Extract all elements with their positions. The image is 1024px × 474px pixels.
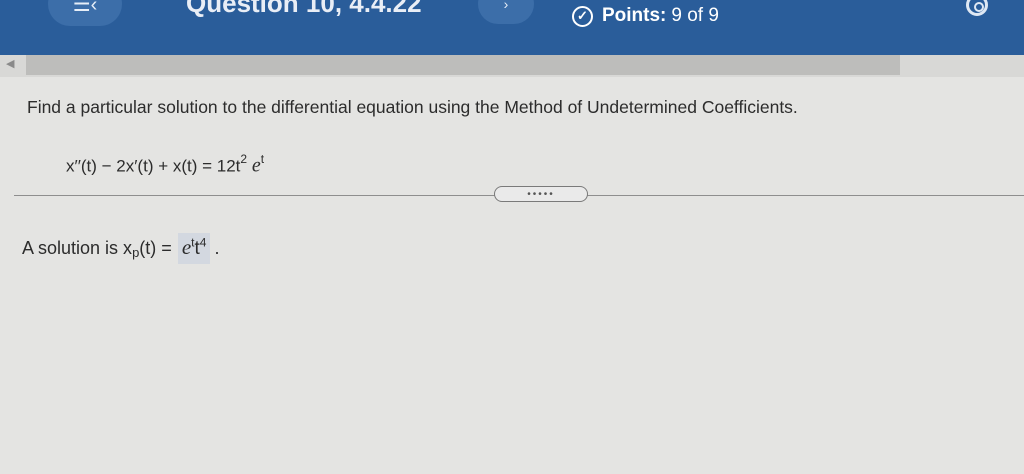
chevron-right-icon: › bbox=[503, 0, 509, 12]
equation-lhs: x′′(t) − 2x′(t) + x(t) = 12t bbox=[66, 156, 241, 176]
answer-input[interactable]: ett4 bbox=[177, 233, 211, 264]
answer-subscript: p bbox=[132, 245, 140, 260]
top-bar: ☰‹ Question 10, 4.4.22 › ✓ Points: 9 of … bbox=[0, 0, 1024, 55]
expand-button[interactable]: ••••• bbox=[494, 186, 588, 202]
question-list-button[interactable]: ☰‹ bbox=[48, 0, 122, 26]
answer-middle: (t) = bbox=[139, 238, 172, 258]
points-value: 9 of 9 bbox=[671, 5, 719, 26]
equation-exponent: 2 bbox=[240, 152, 248, 166]
scrollbar-thumb[interactable] bbox=[26, 55, 900, 75]
list-collapse-icon: ☰‹ bbox=[72, 0, 98, 16]
answer-suffix: . bbox=[214, 238, 220, 258]
equation-e-exponent: t bbox=[260, 152, 265, 166]
equation-e: e bbox=[251, 154, 261, 177]
answer-e: e bbox=[181, 235, 192, 259]
points-label: Points: bbox=[602, 5, 667, 26]
question-title: Question 10, 4.4.22 bbox=[186, 0, 422, 18]
scroll-left-arrow-icon[interactable]: ◀ bbox=[6, 57, 14, 70]
points-indicator: ✓ Points: 9 of 9 bbox=[572, 5, 719, 27]
horizontal-scrollbar[interactable]: ◀ bbox=[0, 55, 1024, 77]
check-circle-icon: ✓ bbox=[572, 5, 593, 27]
differential-equation: x′′(t) − 2x′(t) + x(t) = 12t2 et bbox=[66, 152, 265, 178]
question-prompt: Find a particular solution to the differ… bbox=[27, 97, 798, 117]
answer-prefix: A solution is x bbox=[22, 238, 133, 258]
gear-icon[interactable] bbox=[966, 0, 988, 16]
answer-t-exponent: 4 bbox=[199, 235, 207, 250]
answer-line: A solution is x p (t) = ett4 . bbox=[22, 233, 219, 264]
next-question-button[interactable]: › bbox=[478, 0, 534, 24]
